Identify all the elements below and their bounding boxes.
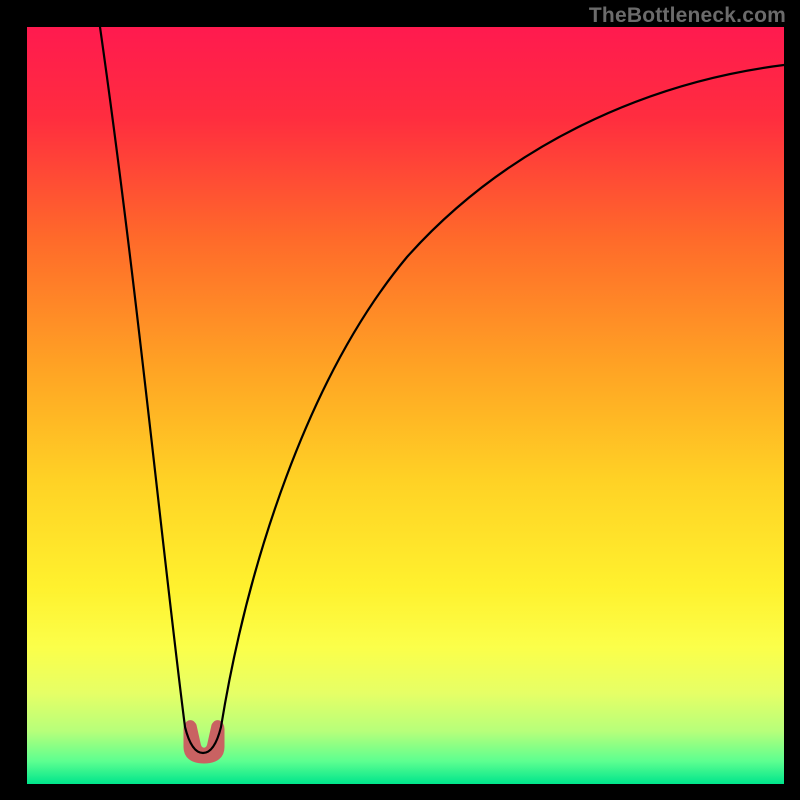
watermark: TheBottleneck.com [589, 4, 786, 28]
curve-line [100, 27, 784, 753]
bottleneck-curve [27, 27, 784, 784]
chart-frame: TheBottleneck.com [0, 0, 800, 800]
plot-area [27, 27, 784, 784]
